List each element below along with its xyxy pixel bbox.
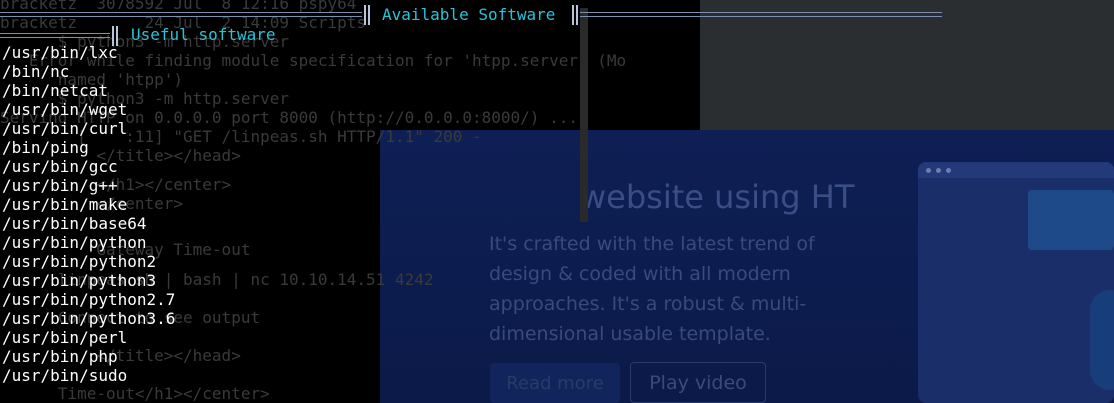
software-path: /bin/ping bbox=[2, 138, 89, 157]
software-path: /usr/bin/perl bbox=[2, 328, 128, 347]
software-path: /usr/bin/gcc bbox=[2, 157, 118, 176]
software-path: /usr/bin/python3 bbox=[2, 271, 157, 290]
software-list: /usr/bin/lxc /bin/nc /bin/netcat /usr/bi… bbox=[2, 43, 175, 385]
software-path: /usr/bin/python bbox=[2, 233, 147, 252]
mockup-dot-icon bbox=[946, 167, 951, 173]
software-path: /usr/bin/python2 bbox=[2, 252, 157, 271]
header-rule-right bbox=[580, 12, 942, 17]
header-bracket-left bbox=[364, 5, 370, 25]
software-path: /usr/bin/wget bbox=[2, 100, 128, 119]
mockup-title-bar bbox=[918, 162, 1114, 178]
terminal-scrollbar[interactable] bbox=[580, 8, 588, 222]
software-path: /usr/bin/curl bbox=[2, 119, 128, 138]
header-rule-left bbox=[0, 12, 362, 17]
software-path: /usr/bin/lxc bbox=[2, 43, 118, 62]
software-path: /usr/bin/php bbox=[2, 347, 118, 366]
software-path: /bin/netcat bbox=[2, 81, 108, 100]
software-path: /usr/bin/base64 bbox=[2, 214, 147, 233]
subheader-rule bbox=[0, 33, 110, 38]
mockup-dot-icon bbox=[936, 167, 941, 173]
header-bracket-right bbox=[572, 5, 578, 25]
terminal-background-line: Time-out</h1></center> bbox=[0, 384, 270, 403]
software-path: /usr/bin/make bbox=[2, 195, 128, 214]
terminal-window[interactable]: bracketz 3078592 Jul 8 12:16 pspy64 brac… bbox=[0, 0, 942, 403]
available-software-header: Available Software bbox=[382, 5, 556, 24]
software-path: /usr/bin/python2.7 bbox=[2, 290, 176, 309]
mockup-card bbox=[1028, 190, 1114, 250]
useful-software-header: Useful software bbox=[131, 25, 276, 44]
mockup-dot-icon bbox=[926, 167, 931, 173]
website-mockup-illustration bbox=[918, 162, 1114, 403]
software-path: /usr/bin/python3.6 bbox=[2, 309, 176, 328]
decorative-blob bbox=[1090, 290, 1114, 390]
software-path: /usr/bin/sudo bbox=[2, 366, 128, 385]
software-path: /bin/nc bbox=[2, 62, 70, 81]
software-path: /usr/bin/g++ bbox=[2, 176, 118, 195]
